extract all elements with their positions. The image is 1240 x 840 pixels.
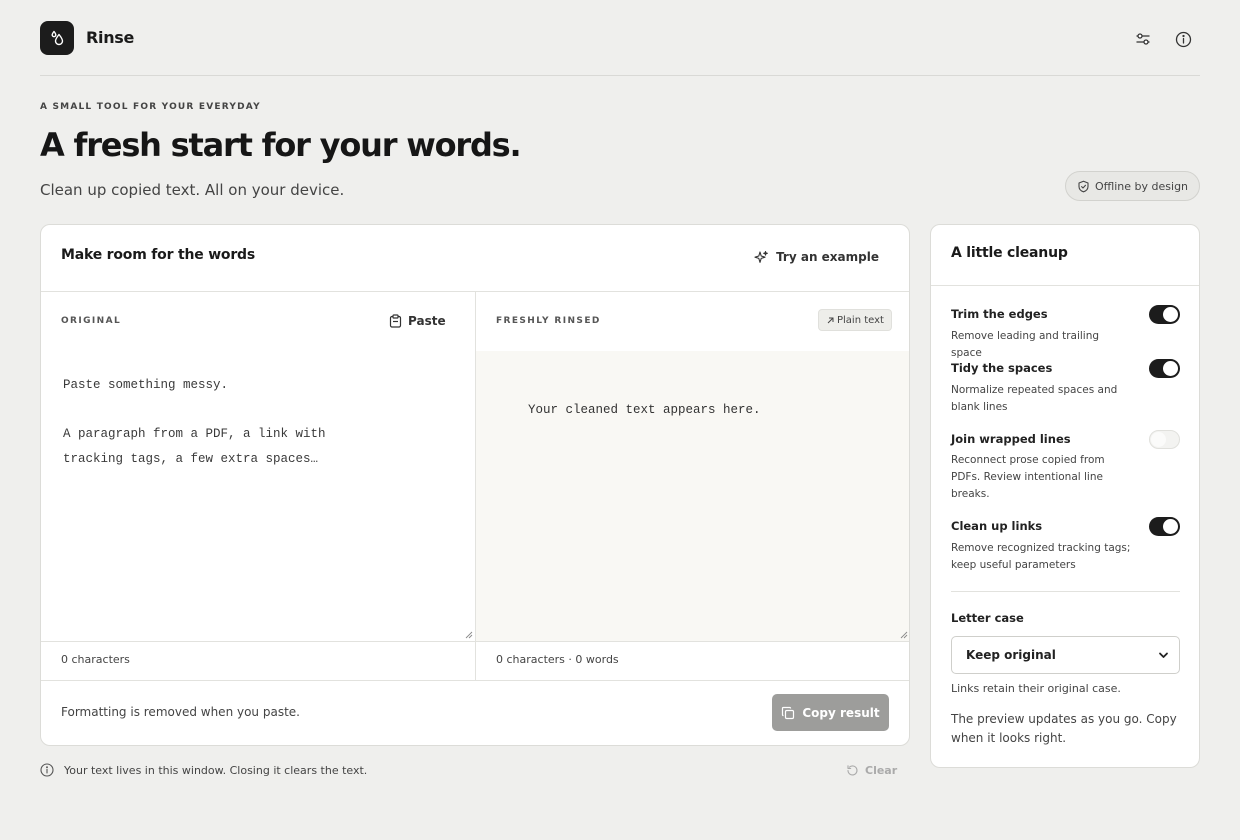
clipboard-icon [389,314,402,328]
option-tidy-title: Tidy the spaces [951,361,1053,375]
copy-result-button[interactable]: Copy result [772,694,889,731]
result-label: FRESHLY RINSED [496,316,601,326]
clear-button[interactable]: Clear [846,762,897,778]
cleanup-card: A little cleanup Trim the edges Remove l… [930,224,1200,768]
editor-title: Make room for the words [61,247,256,263]
toggle-knob [1151,432,1166,447]
letter-case-value: Keep original [966,648,1056,662]
letter-case-select[interactable]: Keep original [951,636,1180,674]
divider [41,641,909,642]
toggle-knob [1163,361,1178,376]
copy-icon [782,706,795,719]
option-links-desc: Remove recognized tracking tags; keep us… [951,542,1131,571]
app-name: Rinse [86,28,135,47]
original-label: ORIGINAL [61,316,122,326]
privacy-note: Your text lives in this window. Closing … [40,762,367,778]
chevron-down-icon [1159,652,1168,658]
original-textarea[interactable] [41,351,475,641]
option-join-desc: Reconnect prose copied from PDFs. Review… [951,454,1105,500]
copy-result-label: Copy result [802,705,880,720]
plain-text-label: Plain text [837,314,884,326]
original-count: 0 characters [61,653,130,666]
offline-badge: Offline by design [1065,171,1200,201]
resize-grip-icon[interactable] [900,631,908,639]
shield-check-icon [1078,180,1089,192]
app-header: Rinse [40,20,1200,76]
cleanup-title: A little cleanup [951,245,1068,261]
editor-card: Make room for the words Try an example O… [40,224,910,746]
toggle-knob [1163,519,1178,534]
app-logo [40,21,74,55]
clear-label: Clear [865,763,898,777]
page-title: A fresh start for your words. [40,126,522,164]
plain-text-badge: Plain text [818,309,892,331]
info-icon [40,763,54,777]
info-icon[interactable] [1172,28,1194,50]
option-trim-title: Trim the edges [951,307,1048,321]
result-placeholder: Your cleaned text appears here. [528,402,761,417]
option-tidy-desc: Normalize repeated spaces and blank line… [951,384,1118,413]
option-trim-desc: Remove leading and trailing space [951,330,1100,359]
try-example-label: Try an example [776,250,879,264]
preview-note: The preview updates as you go. Copy when… [951,712,1177,745]
clean-links-toggle[interactable] [1149,517,1180,536]
tidy-spaces-toggle[interactable] [1149,359,1180,378]
divider [41,680,909,681]
option-join-title: Join wrapped lines [951,432,1071,446]
option-links-title: Clean up links [951,519,1043,533]
divider [931,285,1199,286]
letter-case-label: Letter case [951,611,1024,625]
result-output[interactable]: Your cleaned text appears here. [476,351,909,641]
try-example-button[interactable]: Try an example [754,245,889,269]
sparkle-icon [754,250,768,263]
paste-button[interactable]: Paste [389,309,446,333]
arrow-up-right-icon [827,317,834,323]
sliders-icon[interactable] [1132,28,1154,50]
divider [951,591,1180,592]
join-lines-toggle[interactable] [1149,430,1180,449]
droplet-icon [51,30,64,46]
privacy-note-text: Your text lives in this window. Closing … [64,763,368,777]
offline-badge-label: Offline by design [1094,179,1189,193]
toggle-knob [1163,307,1178,322]
resize-grip-icon[interactable] [465,631,473,639]
rotate-ccw-icon [847,764,858,776]
page-subtitle: Clean up copied text. All on your device… [40,181,345,199]
letter-case-note: Links retain their original case. [951,682,1121,695]
trim-edges-toggle[interactable] [1149,305,1180,324]
result-count: 0 characters · 0 words [496,653,619,666]
paste-label: Paste [408,314,446,328]
formatting-note: Formatting is removed when you paste. [61,705,300,719]
eyebrow-text: A SMALL TOOL FOR YOUR EVERYDAY [40,102,261,112]
